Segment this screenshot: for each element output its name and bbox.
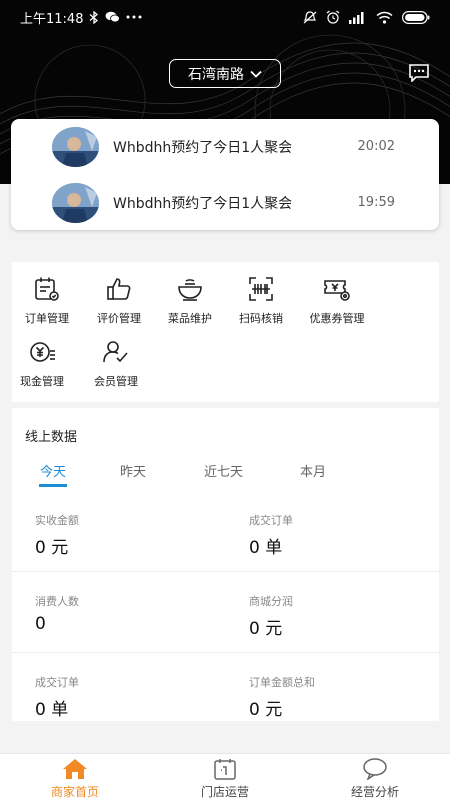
wechat-icon [105,11,121,23]
tool-label: 会员管理 [94,375,138,388]
nav-store-operations[interactable]: 门店运营 [175,758,275,800]
store-selector[interactable]: 石湾南路 [169,59,281,88]
tab-this-month[interactable]: 本月 [300,461,326,480]
tool-review-management[interactable]: 评价管理 [81,275,157,331]
store-name: 石湾南路 [188,66,244,83]
tool-scan-verify[interactable]: 扫码核销 [223,275,299,331]
coupon-icon [323,275,351,303]
chat-bubble-icon [362,758,388,780]
tool-label: 评价管理 [97,312,141,325]
mute-icon [303,10,317,24]
stat-value: 0 [35,614,46,634]
stat-order-amount-total: 订单金额总和 0 元 [249,674,315,720]
tool-label: 现金管理 [20,375,64,388]
calendar-icon [212,758,238,780]
stat-completed-orders-2: 成交订单 0 单 [35,674,79,720]
tab-today[interactable]: 今天 [40,461,66,480]
tab-yesterday[interactable]: 昨天 [120,461,146,480]
tool-label: 优惠券管理 [309,312,365,325]
notification-time: 20:02 [357,139,395,154]
stat-completed-orders: 成交订单 0 单 [249,512,293,558]
wifi-icon [376,11,393,24]
stat-value: 0 单 [249,538,283,558]
bottom-navigation: 商家首页 门店运营 经营分析 [0,753,450,800]
battery-icon [402,10,430,24]
cash-icon [28,338,56,366]
order-icon [33,275,61,303]
clock: 上午11:48 [20,11,84,27]
tab-last-seven-days[interactable]: 近七天 [204,461,243,480]
message-icon [408,64,430,86]
stat-customers: 消费人数 0 [35,593,79,634]
thumbs-up-icon [105,275,133,303]
alarm-icon [326,10,340,24]
tool-order-management[interactable]: 订单管理 [9,275,85,331]
stat-value: 0 元 [249,700,283,720]
stat-received-amount: 实收金额 0 元 [35,512,79,558]
divider [12,571,439,572]
stat-label: 成交订单 [249,514,293,527]
tool-dish-maintenance[interactable]: 菜品维护 [152,275,228,331]
avatar [52,126,99,167]
notification-item[interactable]: Whbdhh预约了今日1人聚会 20:02 [11,119,439,174]
stat-mall-commission: 商城分润 0 元 [249,593,293,639]
tool-cash-management[interactable]: 现金管理 [4,338,80,394]
nav-label: 门店运营 [200,785,249,799]
nav-label: 经营分析 [350,785,399,799]
active-tab-indicator [39,484,67,487]
online-data-panel: 线上数据 今天 昨天 近七天 本月 实收金额 0 元 成交订单 0 单 消费人数… [12,408,439,721]
bluetooth-icon [89,10,99,24]
scan-icon [247,275,275,303]
avatar [52,182,99,223]
stat-label: 成交订单 [35,676,79,689]
nav-business-analysis[interactable]: 经营分析 [325,758,425,800]
bowl-icon [176,275,204,303]
stat-value: 0 元 [249,619,283,639]
chevron-down-icon [250,66,262,82]
divider [12,652,439,653]
tool-label: 菜品维护 [168,312,212,325]
tool-label: 扫码核销 [239,312,283,325]
notification-text: Whbdhh预约了今日1人聚会 [113,195,293,212]
section-title: 线上数据 [25,430,78,445]
tool-coupon-management[interactable]: 优惠券管理 [299,275,375,331]
nav-merchant-home[interactable]: 商家首页 [25,758,125,800]
stat-label: 订单金额总和 [249,676,315,689]
stat-label: 商城分润 [249,595,293,608]
tool-label: 订单管理 [25,312,69,325]
notification-time: 19:59 [357,195,395,210]
stat-label: 实收金额 [35,514,79,527]
appointment-notifications: Whbdhh预约了今日1人聚会 20:02 Whbdhh预约了今日1人聚会 19… [11,119,439,230]
notification-text: Whbdhh预约了今日1人聚会 [113,139,293,156]
home-icon [62,758,88,780]
stat-value: 0 元 [35,538,69,558]
message-button[interactable] [408,64,430,83]
tool-member-management[interactable]: 会员管理 [78,338,154,394]
signal-icon [349,11,367,24]
notification-item[interactable]: Whbdhh预约了今日1人聚会 19:59 [11,175,439,230]
more-dots-icon [126,15,142,19]
stat-value: 0 单 [35,700,69,720]
member-icon [102,338,130,366]
tools-grid: 订单管理 评价管理 菜品维护 扫码核销 优惠券管理 现金管理 会员管理 [12,262,439,402]
status-bar: 上午11:48 [0,0,450,34]
stat-label: 消费人数 [35,595,79,608]
nav-label: 商家首页 [50,785,99,799]
